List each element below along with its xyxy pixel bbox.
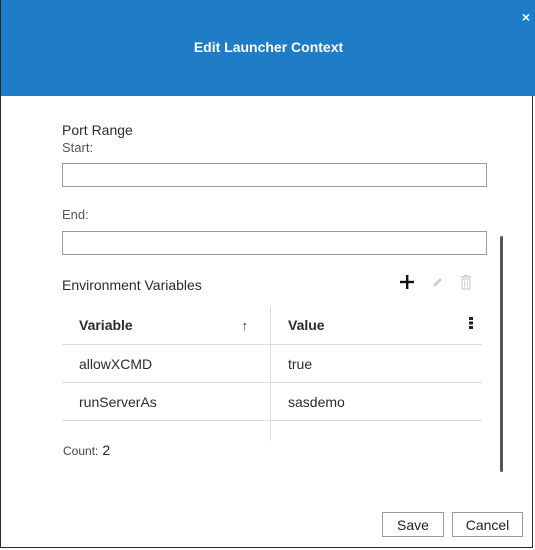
end-port-input[interactable] [62, 231, 487, 255]
table-empty-row [62, 421, 482, 441]
edit-launcher-context-dialog: Edit Launcher Context × Port Range Start… [0, 0, 535, 548]
environment-variables-table: Variable ↑ Value allowXCMD true runServe… [62, 306, 482, 441]
value-cell: true [288, 355, 313, 372]
close-icon[interactable]: × [519, 10, 533, 24]
port-range-title: Port Range [62, 122, 133, 138]
vertical-scrollbar[interactable] [500, 236, 503, 472]
environment-variables-title: Environment Variables [62, 277, 202, 293]
delete-icon[interactable] [457, 273, 475, 291]
sort-asc-icon[interactable]: ↑ [242, 318, 249, 333]
count-label: Count: [63, 444, 99, 458]
table-header-row: Variable ↑ Value [62, 306, 482, 345]
column-menu-icon[interactable] [469, 317, 473, 331]
column-header-value-label: Value [288, 317, 325, 333]
table-row[interactable]: runServerAs sasdemo [62, 383, 482, 421]
count-value: 2 [102, 442, 111, 458]
value-cell: sasdemo [288, 393, 345, 410]
save-button[interactable]: Save [382, 512, 444, 537]
edit-icon[interactable] [428, 273, 446, 291]
start-label: Start: [62, 140, 94, 155]
end-label: End: [62, 207, 89, 222]
variable-cell: allowXCMD [62, 345, 271, 382]
empty-cell [271, 421, 482, 441]
row-count: Count: 2 [63, 442, 110, 458]
column-header-value[interactable]: Value [271, 306, 482, 344]
empty-cell [62, 421, 271, 441]
table-row[interactable]: allowXCMD true [62, 345, 482, 383]
start-port-input[interactable] [62, 163, 487, 187]
column-header-variable[interactable]: Variable ↑ [62, 306, 271, 344]
dialog-header: Edit Launcher Context × [1, 0, 535, 96]
column-header-variable-label: Variable [79, 317, 133, 333]
cancel-button[interactable]: Cancel [452, 512, 523, 537]
dialog-title: Edit Launcher Context [193, 39, 344, 55]
variable-cell: runServerAs [62, 383, 271, 420]
add-icon[interactable] [398, 273, 416, 291]
